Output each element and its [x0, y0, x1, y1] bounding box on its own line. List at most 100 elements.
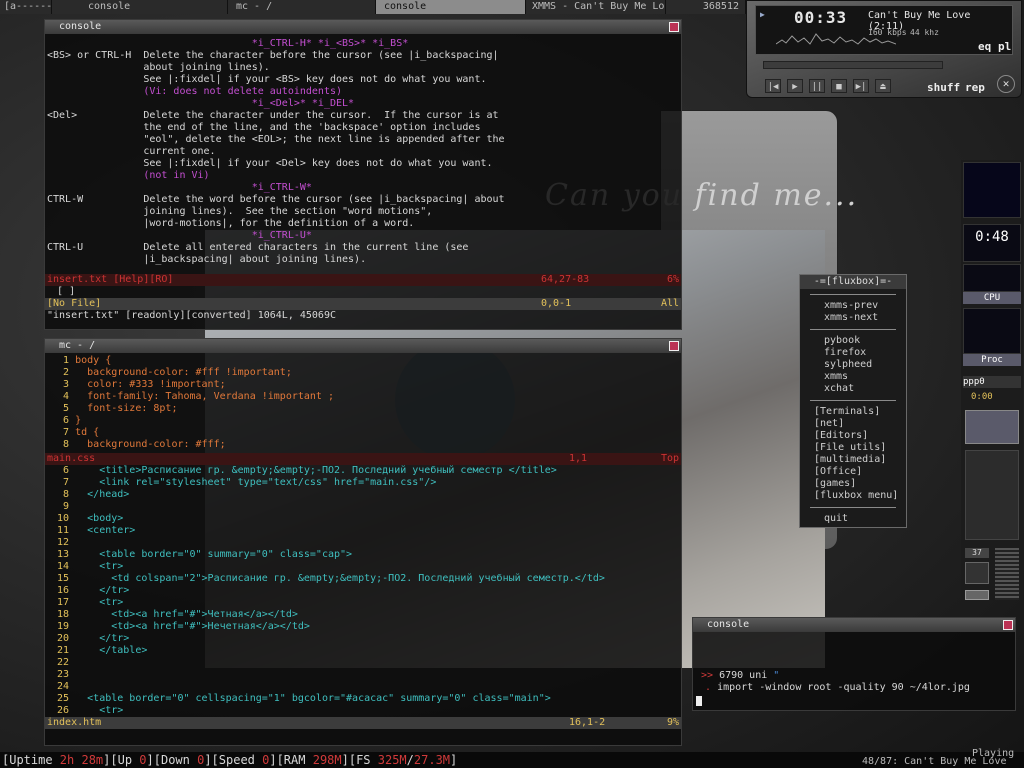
khz-value: 44 [910, 28, 920, 37]
menu-item[interactable]: [games] [800, 478, 906, 490]
window-titlebar[interactable]: console [693, 618, 1015, 632]
mc-editor-window[interactable]: mc - / 1 body { 2 background-color: #fff… [44, 338, 682, 746]
close-icon[interactable] [669, 341, 679, 351]
menu-item[interactable]: [Office] [800, 466, 906, 478]
help-line: (not in Vi) [47, 170, 210, 181]
prev-button[interactable]: |◀ [765, 79, 781, 93]
volume-slider[interactable] [995, 548, 1019, 600]
bracket-line: [ ] [45, 286, 76, 297]
menu-item[interactable]: sylpheed [800, 359, 906, 371]
vim-message: "insert.txt" [readonly][converted] 1064L… [47, 310, 336, 321]
line-number: 8 [45, 489, 76, 500]
css-buffer[interactable]: 1 body { 2 background-color: #fff !impor… [45, 353, 681, 453]
menu-item[interactable]: xchat [800, 383, 906, 395]
fluxbox-root-menu[interactable]: -=[fluxbox]=- xmms-prev xmms-next pybook f… [799, 274, 907, 528]
eject-button[interactable]: ⏏ [875, 79, 891, 93]
menu-item[interactable]: [File utils] [800, 442, 906, 454]
line-text: <td colspan="2">Расписание гр. &empty;&e… [75, 573, 605, 584]
vim-help-window[interactable]: console *i_CTRL-H* *i_<BS>* *i_BS* <BS> o… [44, 19, 682, 330]
code-line: 8 background-color: #fff; [45, 439, 681, 451]
help-line: *i_CTRL-W* [47, 182, 312, 193]
taskbar-tab-xmms[interactable]: XMMS - Can't Buy Me Love [526, 0, 666, 14]
gkrellm-graph [963, 162, 1021, 218]
xmms-player[interactable]: ▶ 00:33 Can't Buy Me Love (2:11) 160 kbp… [746, 0, 1022, 98]
console-text: 6790 uni [719, 670, 768, 681]
menu-item[interactable]: xmms [800, 371, 906, 383]
pause-button[interactable]: || [809, 79, 825, 93]
line-text: </tr> [75, 633, 130, 644]
code-line: 16 </tr> [45, 585, 681, 597]
spectrum-visualizer [776, 33, 896, 45]
seek-bar[interactable] [763, 61, 943, 69]
taskbar-tab-console[interactable]: console [52, 0, 228, 14]
taskbar-workspace[interactable]: [a------] [0, 0, 52, 14]
line-text: } [75, 415, 82, 426]
line-text: font-family: Tahoma, Verdana !important … [75, 391, 334, 402]
menu-item[interactable]: xmms-prev [800, 300, 906, 312]
console-window[interactable]: console >> 6790 uni " . import -window r… [692, 617, 1016, 711]
cpu-label: CPU [963, 292, 1021, 304]
line-number: 26 [45, 705, 76, 716]
taskbar-tab-mc[interactable]: mc - / [228, 0, 376, 14]
menu-item[interactable]: [fluxbox menu] [800, 490, 906, 502]
text-cursor [696, 696, 702, 706]
code-line: 1 body { [45, 355, 681, 367]
stat-label: ][Speed [204, 753, 263, 767]
menu-item[interactable]: [Terminals] [800, 406, 906, 418]
menu-title: -=[fluxbox]=- [800, 275, 906, 289]
help-line: CTRL-U Delete all entered characters in … [47, 242, 469, 253]
stop-button[interactable]: ■ [831, 79, 847, 93]
close-icon[interactable] [1003, 620, 1013, 630]
volume-icon[interactable] [965, 562, 989, 584]
menu-item[interactable]: [net] [800, 418, 906, 430]
help-line: |i_backspacing| about joining lines). [47, 254, 367, 265]
code-line: 7 td { [45, 427, 681, 439]
stat-label: ][RAM [269, 753, 313, 767]
console-text: " [773, 670, 780, 681]
volume-buttons[interactable] [965, 590, 989, 600]
help-line: *i_CTRL-U* [47, 230, 312, 241]
css-statusline: main.css 1,1 Top [45, 453, 681, 465]
code-line: 11 <center> [45, 525, 681, 537]
code-line: 6 } [45, 415, 681, 427]
system-stats: [Uptime 2h 28m][Up 0][Down 0][Speed 0][R… [2, 752, 457, 768]
play-button[interactable]: ▶ [787, 79, 803, 93]
html-buffer[interactable]: 6 <title>Расписание гр. &empty;&empty;-П… [45, 465, 681, 717]
stat-label: ][FS [341, 753, 378, 767]
shuffle-button[interactable]: shuff [927, 81, 960, 94]
line-number: 3 [45, 379, 76, 390]
next-button[interactable]: ▶| [853, 79, 869, 93]
stat-value: 27.3M [413, 753, 451, 767]
menu-item[interactable]: pybook [800, 335, 906, 347]
window-titlebar[interactable]: mc - / [45, 339, 681, 353]
eq-button[interactable]: eq [978, 40, 991, 53]
line-number: 11 [45, 525, 76, 536]
stat-label: ][Up [103, 753, 140, 767]
menu-item[interactable]: [Editors] [800, 430, 906, 442]
taskbar-tab-console-active[interactable]: console [376, 0, 526, 14]
window-titlebar[interactable]: console [45, 20, 681, 34]
close-icon[interactable] [669, 22, 679, 32]
menu-item[interactable]: [multimedia] [800, 454, 906, 466]
gkrellm-clock: 0:48 [963, 224, 1021, 262]
menu-item-quit[interactable]: quit [800, 513, 906, 525]
line-text: color: #333 !important; [75, 379, 226, 390]
status-percent: 6% [666, 274, 679, 285]
status-position: 0,0-1 [541, 298, 572, 309]
close-icon[interactable]: ✕ [997, 75, 1015, 93]
line-text: <tr> [75, 561, 124, 572]
code-line: 22 [45, 657, 681, 669]
menu-item[interactable]: xmms-next [800, 312, 906, 324]
line-text: <td><a href="#">Четная</a></td> [75, 609, 298, 620]
code-line: 2 background-color: #fff !important; [45, 367, 681, 379]
menu-group-submenus: [Terminals] [net] [Editors] [File utils] [mu… [800, 406, 906, 502]
help-statusline: insert.txt [Help][RO] 64,27-83 6% [45, 274, 681, 286]
proc-graph [963, 308, 1021, 354]
repeat-button[interactable]: rep [965, 81, 985, 94]
menu-item[interactable]: firefox [800, 347, 906, 359]
line-text: <table border="0" cellspacing="1" bgcolo… [75, 693, 551, 704]
code-line: 15 <td colspan="2">Расписание гр. &empty… [45, 573, 681, 585]
line-text: <title>Расписание гр. &empty;&empty;-ПО2… [75, 465, 557, 476]
playlist-button[interactable]: pl [998, 40, 1011, 53]
prompt-symbol: . [705, 682, 712, 693]
